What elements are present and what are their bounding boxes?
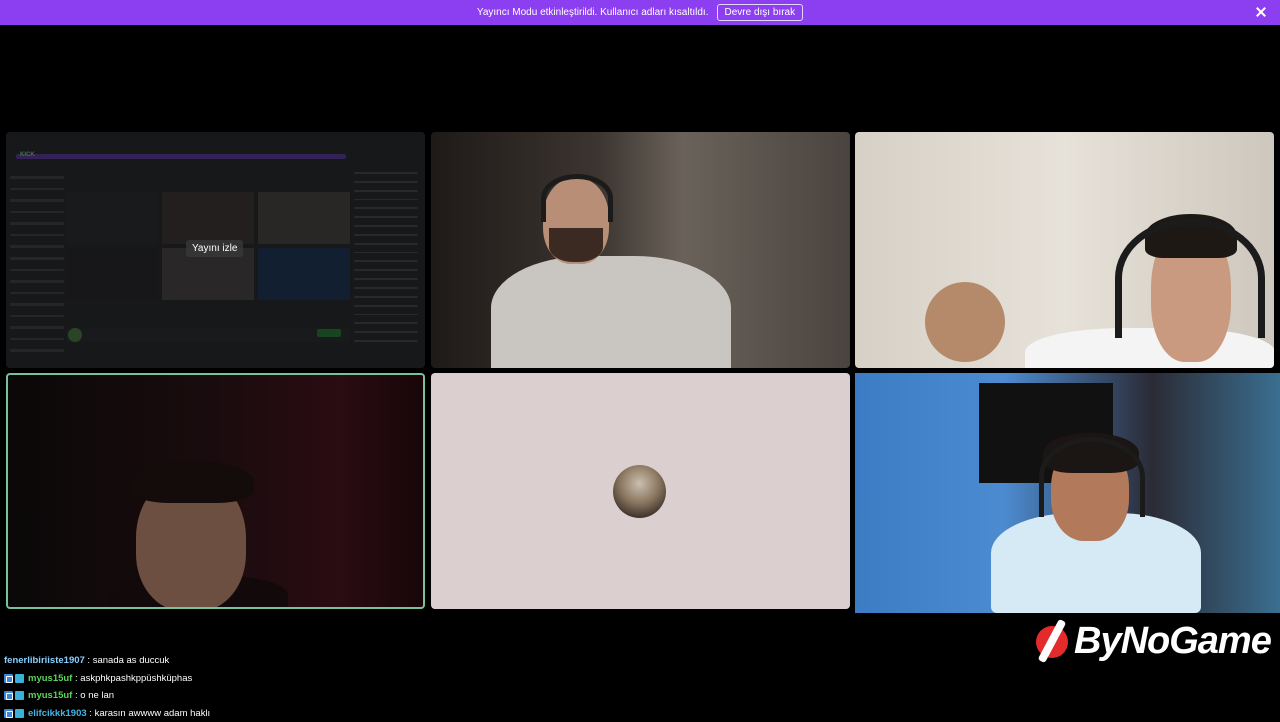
chat-overlay: fenerlibiriiste1907 : sanada as duccuk m… [4,652,564,722]
participant-video-tile[interactable] [431,132,850,368]
gifter-badge-icon [15,709,24,718]
chat-message: myus15uf : o ne lan [4,687,564,705]
gifter-badge-icon [15,691,24,700]
close-icon[interactable] [1254,5,1268,19]
bynogame-logo-icon [1034,618,1070,664]
chat-text: karasın awwww adam haklı [95,708,211,719]
participant-avatar [613,465,666,518]
bynogame-logo: ByNoGame [1034,618,1271,664]
chat-message: fenerlibiriiste1907 : sanada as duccuk [4,652,564,670]
participant-avatar-tile[interactable] [431,373,850,609]
chat-text: sanada as duccuk [93,655,170,666]
chat-message: myus15uf : askphkpashkppüshküphas [4,670,564,688]
participant-video-tile-speaking[interactable] [6,373,425,609]
streamer-webcam [855,373,1280,613]
subscriber-badge-icon [4,709,13,718]
streamer-mode-banner: Yayıncı Modu etkinleştirildi. Kullanıcı … [0,0,1280,25]
chat-username: fenerlibiriiste1907 [4,655,85,666]
chat-message: elifcikkk1903 : karasın awwww adam haklı [4,705,564,722]
chat-username: myus15uf [28,673,72,684]
disable-streamer-mode-button[interactable]: Devre dışı bırak [717,4,804,21]
chat-username: myus15uf [28,690,72,701]
chat-username: elifcikkk1903 [28,708,87,719]
subscriber-badge-icon [4,674,13,683]
screen-share-tile[interactable]: KICK Yayını izle [6,132,425,368]
participant-video-tile[interactable] [855,132,1274,368]
watch-stream-button[interactable]: Yayını izle [186,240,243,257]
banner-message: Yayıncı Modu etkinleştirildi. Kullanıcı … [477,7,709,18]
chat-text: o ne lan [80,690,114,701]
gifter-badge-icon [15,674,24,683]
chat-text: askphkpashkppüshküphas [80,673,192,684]
subscriber-badge-icon [4,691,13,700]
